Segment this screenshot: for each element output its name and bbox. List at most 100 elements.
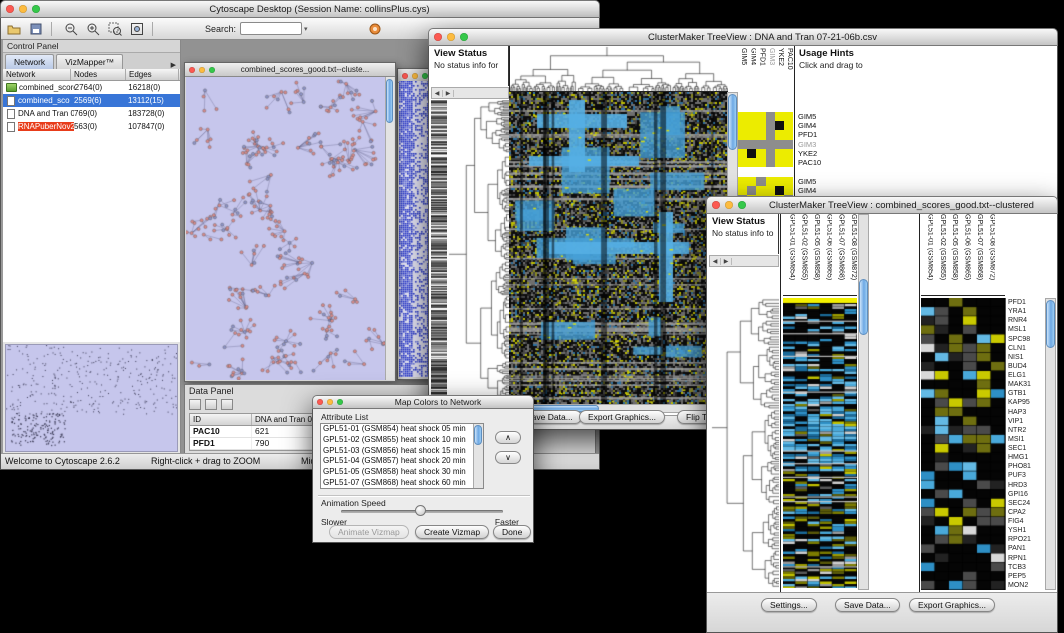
move-down-button[interactable]: ∨ — [495, 451, 521, 464]
tab-overflow-icon[interactable]: ▶ — [171, 61, 176, 69]
col-edges[interactable]: Edges — [126, 69, 179, 80]
zoom-fit-icon[interactable] — [128, 21, 146, 37]
done-button[interactable]: Done — [493, 525, 531, 539]
scrollbar-thumb[interactable] — [1046, 300, 1055, 348]
scroll-right-icon[interactable]: ▶ — [443, 90, 454, 97]
row-dendrogram[interactable] — [448, 100, 509, 404]
column-label: GPL51-01 (GSM854) — [783, 214, 795, 295]
global-vscrollbar[interactable] — [858, 214, 869, 590]
attribute-list-item[interactable]: GPL51-03 (GSM856) heat shock 15 min — [321, 446, 483, 457]
col-id[interactable]: ID — [190, 414, 252, 425]
main-titlebar[interactable]: Cytoscape Desktop (Session Name: collins… — [0, 0, 600, 18]
minimize-icon[interactable] — [447, 33, 455, 41]
scroll-left-icon[interactable]: ◀ — [432, 90, 443, 97]
zoom-selected-icon[interactable] — [106, 21, 124, 37]
col-network[interactable]: Network — [3, 69, 71, 80]
status-scrollbar[interactable]: ◀ ▶ — [709, 255, 779, 267]
minimize-icon[interactable] — [19, 5, 27, 13]
slider-thumb[interactable] — [415, 505, 426, 516]
network-row[interactable]: combined_scores2764(0)16218(0) — [3, 81, 180, 94]
dialog-titlebar[interactable]: Map Colors to Network — [312, 395, 534, 409]
treeview-dna-titlebar[interactable]: ClusterMaker TreeView : DNA and Tran 07-… — [428, 28, 1058, 46]
global-heatmap-canvas[interactable] — [783, 298, 857, 588]
network-overview-thumbnail[interactable] — [6, 345, 177, 451]
animate-vizmap-button[interactable]: Animate Vizmap — [329, 525, 409, 539]
export-graphics-button[interactable]: Export Graphics... — [909, 598, 995, 612]
column-label: GPL51-05 (GSM858) — [808, 214, 820, 295]
scroll-right-icon[interactable]: ▶ — [721, 258, 732, 265]
network-vertical-scrollbar[interactable] — [385, 77, 394, 380]
close-icon[interactable] — [434, 33, 442, 41]
treeview-combined-titlebar[interactable]: ClusterMaker TreeView : combined_scores_… — [706, 196, 1058, 214]
attribute-list-item[interactable]: GPL51-01 (GSM854) heat shock 05 min — [321, 424, 483, 435]
settings-button[interactable]: Settings... — [761, 598, 817, 612]
matrix-cell — [738, 177, 747, 186]
create-vizmap-button[interactable]: Create Vizmap — [415, 525, 489, 539]
scrollbar-thumb[interactable] — [728, 94, 737, 150]
attribute-list-item[interactable]: GPL51-02 (GSM855) heat shock 10 min — [321, 435, 483, 446]
scrollbar-thumb[interactable] — [859, 279, 868, 335]
scrollbar-thumb[interactable] — [386, 79, 393, 123]
gene-label: BUD4 — [1008, 362, 1044, 371]
matrix-icon[interactable] — [221, 399, 233, 410]
save-session-icon[interactable] — [27, 21, 45, 37]
close-icon[interactable] — [712, 201, 720, 209]
zoom-window-icon[interactable] — [738, 201, 746, 209]
table-icon[interactable] — [189, 399, 201, 410]
treeview-combined-content: View Status No status info to ◀ ▶ GPL51-… — [706, 214, 1058, 633]
close-icon[interactable] — [317, 399, 323, 405]
attribute-list-item[interactable]: GPL51-07 (GSM868) heat shock 60 min — [321, 478, 483, 489]
scrollbar-thumb[interactable] — [474, 425, 482, 445]
gene-label: MAK31 — [1008, 380, 1044, 389]
tab-network[interactable]: Network — [5, 54, 54, 69]
network-row[interactable]: RNAPuberNov2563(0)107847(0) — [3, 120, 180, 133]
search-dropdown-icon[interactable]: ▾ — [304, 25, 308, 33]
matrix-cell — [775, 177, 784, 186]
export-graphics-button[interactable]: Export Graphics... — [579, 410, 665, 424]
attribute-list-scrollbar[interactable] — [473, 424, 483, 488]
network-graph-canvas[interactable] — [186, 77, 386, 380]
zoom-vscrollbar[interactable] — [1045, 298, 1056, 590]
open-session-icon[interactable] — [5, 21, 23, 37]
column-dendrogram[interactable] — [509, 46, 728, 92]
close-icon[interactable] — [189, 67, 195, 73]
status-scrollbar[interactable]: ◀ ▶ — [431, 87, 509, 99]
search-input[interactable] — [240, 22, 302, 35]
matrix-row-label: GIM5 — [798, 112, 821, 121]
network-name: DNA and Tran 07 — [18, 109, 74, 118]
attribute-list-item[interactable]: GPL51-04 (GSM857) heat shock 20 min — [321, 456, 483, 467]
close-icon[interactable] — [402, 73, 408, 79]
network-row[interactable]: DNA and Tran 07769(0)183728(0) — [3, 107, 180, 120]
col-nodes[interactable]: Nodes — [71, 69, 126, 80]
annotation-icon[interactable] — [366, 21, 384, 37]
global-pixel-strip[interactable] — [431, 100, 447, 404]
inner-titlebar[interactable]: combined_scores_good.txt--cluste... — [185, 63, 395, 77]
tab-vizmapper[interactable]: VizMapper™ — [56, 54, 123, 69]
matrix-cell — [738, 112, 747, 121]
zoom-in-icon[interactable] — [84, 21, 102, 37]
zoom-window-icon[interactable] — [32, 5, 40, 13]
attribute-list: GPL51-01 (GSM854) heat shock 05 minGPL51… — [320, 423, 484, 489]
scroll-left-icon[interactable]: ◀ — [710, 258, 721, 265]
zoom-out-icon[interactable] — [62, 21, 80, 37]
close-icon[interactable] — [6, 5, 14, 13]
data-panel-title: Data Panel — [189, 386, 234, 396]
speed-slider[interactable] — [341, 510, 503, 513]
zoom-heatmap-canvas[interactable] — [921, 298, 1005, 590]
attribute-list-item[interactable]: GPL51-05 (GSM858) heat shock 30 min — [321, 467, 483, 478]
zoom-window-icon[interactable] — [460, 33, 468, 41]
heatmap-canvas[interactable] — [509, 92, 727, 404]
minimize-icon[interactable] — [725, 201, 733, 209]
panel-divider — [919, 214, 920, 592]
row-dendrogram[interactable] — [711, 298, 779, 588]
save-data-button[interactable]: Save Data... — [835, 598, 900, 612]
view-status-title: View Status — [709, 214, 778, 227]
move-up-button[interactable]: ∧ — [495, 431, 521, 444]
network-row[interactable]: combined_sco2569(6)13112(15) — [3, 94, 180, 107]
gene-label: FIG4 — [1008, 517, 1044, 526]
minimize-icon[interactable] — [412, 73, 418, 79]
minimize-icon[interactable] — [199, 67, 205, 73]
column-label: GPL51-08 (GSM872) — [845, 214, 857, 295]
minimize-icon[interactable] — [327, 399, 333, 405]
attribute-db-icon[interactable] — [205, 399, 217, 410]
